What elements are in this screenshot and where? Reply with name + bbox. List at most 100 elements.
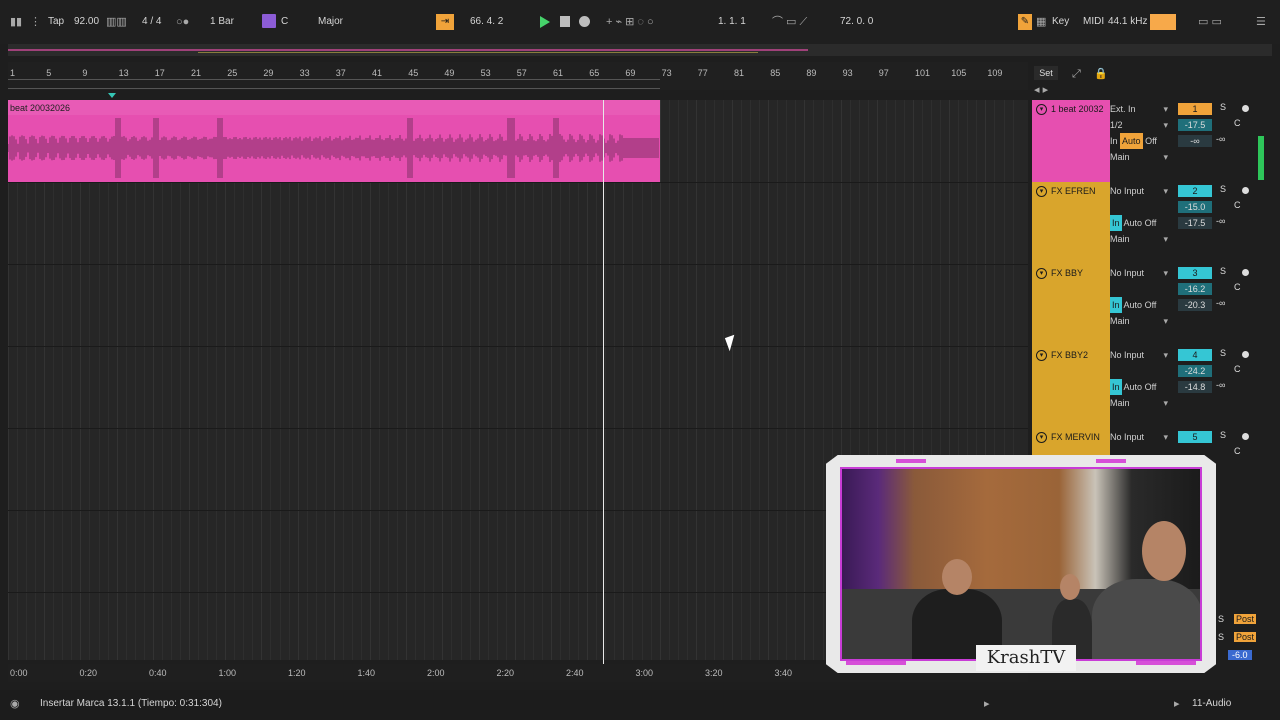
solo-button[interactable]: S [1220, 102, 1226, 112]
hamburger-menu-icon[interactable]: ☰ [1256, 14, 1266, 30]
info-icon[interactable]: ◉ [10, 696, 20, 712]
input-channel-select[interactable] [1110, 281, 1174, 297]
send-b-field[interactable]: -∞ [1216, 216, 1225, 226]
solo-button[interactable]: S [1220, 184, 1226, 194]
time-signature-field[interactable]: 4 / 4 [142, 15, 161, 29]
record-mode-icon[interactable]: ○● [176, 14, 189, 30]
fold-icon[interactable]: ▾ [1036, 268, 1047, 279]
track-name[interactable]: FX BBY2 [1051, 350, 1088, 360]
master-volume-field[interactable]: -6.0 [1228, 650, 1252, 660]
return-solo-b[interactable]: S [1218, 632, 1224, 642]
output-select[interactable]: Main [1110, 313, 1174, 329]
arm-record-icon[interactable] [1242, 433, 1249, 440]
input-channel-select[interactable] [1110, 199, 1174, 215]
monitor-in-button[interactable]: In [1110, 215, 1122, 231]
send-b-field[interactable]: -∞ [1216, 380, 1225, 390]
loop-switch-icon[interactable]: ⌒ ▭ ⟋ [772, 14, 807, 30]
track-name[interactable]: FX EFREN [1051, 186, 1096, 196]
track-name[interactable]: FX MERVIN [1051, 432, 1100, 442]
send-b-field[interactable]: -∞ [1216, 298, 1225, 308]
follow-button[interactable]: ⇥ [436, 14, 454, 30]
arm-record-icon[interactable] [1242, 269, 1249, 276]
pan-field[interactable]: C [1234, 118, 1241, 128]
pan-field[interactable]: C [1234, 282, 1241, 292]
send-a-field[interactable]: -14.8 [1178, 381, 1212, 393]
arm-record-icon[interactable] [1242, 105, 1249, 112]
solo-button[interactable]: S [1220, 266, 1226, 276]
pan-field[interactable]: C [1234, 364, 1241, 374]
fold-icon[interactable]: ▾ [1036, 186, 1047, 197]
send-a-field[interactable]: -17.5 [1178, 217, 1212, 229]
fold-icon[interactable]: ▾ [1036, 350, 1047, 361]
pan-field[interactable]: C [1234, 446, 1241, 456]
arrangement-overview[interactable] [8, 44, 1272, 56]
solo-button[interactable]: S [1220, 348, 1226, 358]
set-button[interactable]: Set [1034, 66, 1058, 80]
play-icon[interactable] [540, 16, 550, 28]
track-header[interactable]: ▾ FX BBY2 [1032, 346, 1110, 428]
input-type-select[interactable]: Ext. In [1110, 101, 1174, 117]
send-a-field[interactable]: -20.3 [1178, 299, 1212, 311]
return-solo-a[interactable]: S [1218, 614, 1224, 624]
input-type-select[interactable]: No Input [1110, 265, 1174, 281]
pan-field[interactable]: C [1234, 200, 1241, 210]
draw-mode-icon[interactable]: ✎ [1018, 14, 1032, 30]
overdub-icon[interactable]: + ⌁ ⊞ ◌ ○ [606, 14, 654, 30]
nav-arrows-icon[interactable]: ◂ ▸ [1034, 82, 1048, 98]
track-header[interactable]: ▾ 1 beat 20032 [1032, 100, 1110, 182]
track-header[interactable]: ▾ FX EFREN [1032, 182, 1110, 264]
track-arrow-icon[interactable]: ▸ [1174, 696, 1180, 712]
keyboard-icon[interactable]: ▦ [1036, 14, 1046, 30]
stop-icon[interactable] [560, 16, 570, 27]
fold-icon[interactable]: ▾ [1036, 432, 1047, 443]
input-type-select[interactable]: No Input [1110, 429, 1174, 445]
output-select[interactable]: Main [1110, 231, 1174, 247]
monitor-in-button[interactable]: In [1110, 297, 1122, 313]
monitor-off-button[interactable]: Off [1145, 300, 1157, 310]
lock-icon[interactable]: 🔒 [1094, 66, 1108, 82]
track-header[interactable]: ▾ FX BBY [1032, 264, 1110, 346]
key-root-select[interactable]: C [281, 15, 288, 29]
scale-select[interactable]: Major [318, 15, 343, 29]
monitor-auto-button[interactable]: Auto [1124, 382, 1143, 392]
volume-field[interactable]: -15.0 [1178, 201, 1212, 213]
output-select[interactable]: Main [1110, 149, 1174, 165]
monitor-auto-button[interactable]: Auto [1120, 133, 1143, 149]
loop-length-field[interactable]: 72. 0. 0 [840, 15, 873, 29]
volume-field[interactable]: -17.5 [1178, 119, 1212, 131]
input-type-select[interactable]: No Input [1110, 183, 1174, 199]
monitor-off-button[interactable]: Off [1145, 136, 1157, 146]
monitor-off-button[interactable]: Off [1145, 382, 1157, 392]
midi-map-button[interactable]: MIDI [1083, 15, 1104, 29]
track-name[interactable]: FX BBY [1051, 268, 1083, 278]
track-number-button[interactable]: 4 [1178, 349, 1212, 361]
post-button-b[interactable]: Post [1234, 632, 1257, 642]
fold-icon[interactable]: ▾ [1036, 104, 1047, 115]
start-marker-icon[interactable] [108, 93, 116, 98]
tap-tempo-button[interactable]: Tap [48, 15, 64, 29]
output-select[interactable]: Main [1110, 395, 1174, 411]
track-number-button[interactable]: 3 [1178, 267, 1212, 279]
send-a-field[interactable]: -∞ [1178, 135, 1212, 147]
menu-dots-icon[interactable]: ⋮ [30, 14, 41, 30]
key-map-button[interactable]: Key [1052, 15, 1069, 29]
monitor-in-button[interactable]: In [1110, 136, 1118, 146]
arm-record-icon[interactable] [1242, 351, 1249, 358]
loop-brace[interactable] [8, 79, 660, 89]
volume-field[interactable]: -16.2 [1178, 283, 1212, 295]
send-b-field[interactable]: -∞ [1216, 134, 1225, 144]
record-icon[interactable] [579, 16, 590, 27]
audio-clip[interactable]: beat 20032026 [8, 100, 660, 182]
loop-start-field[interactable]: 1. 1. 1 [718, 15, 746, 29]
monitor-off-button[interactable]: Off [1145, 218, 1157, 228]
monitor-auto-button[interactable]: Auto [1124, 218, 1143, 228]
view-toggle-icon[interactable]: ▮▮ [10, 14, 22, 30]
post-button-a[interactable]: Post [1234, 614, 1257, 624]
volume-field[interactable]: -24.2 [1178, 365, 1212, 377]
solo-button[interactable]: S [1220, 430, 1226, 440]
input-channel-select[interactable] [1110, 363, 1174, 379]
expand-icon[interactable]: ⤢ [1072, 66, 1081, 82]
tempo-field[interactable]: 92.00 [74, 15, 99, 29]
track-number-button[interactable]: 2 [1178, 185, 1212, 197]
metronome-icon[interactable]: ▥▥ [106, 14, 127, 30]
